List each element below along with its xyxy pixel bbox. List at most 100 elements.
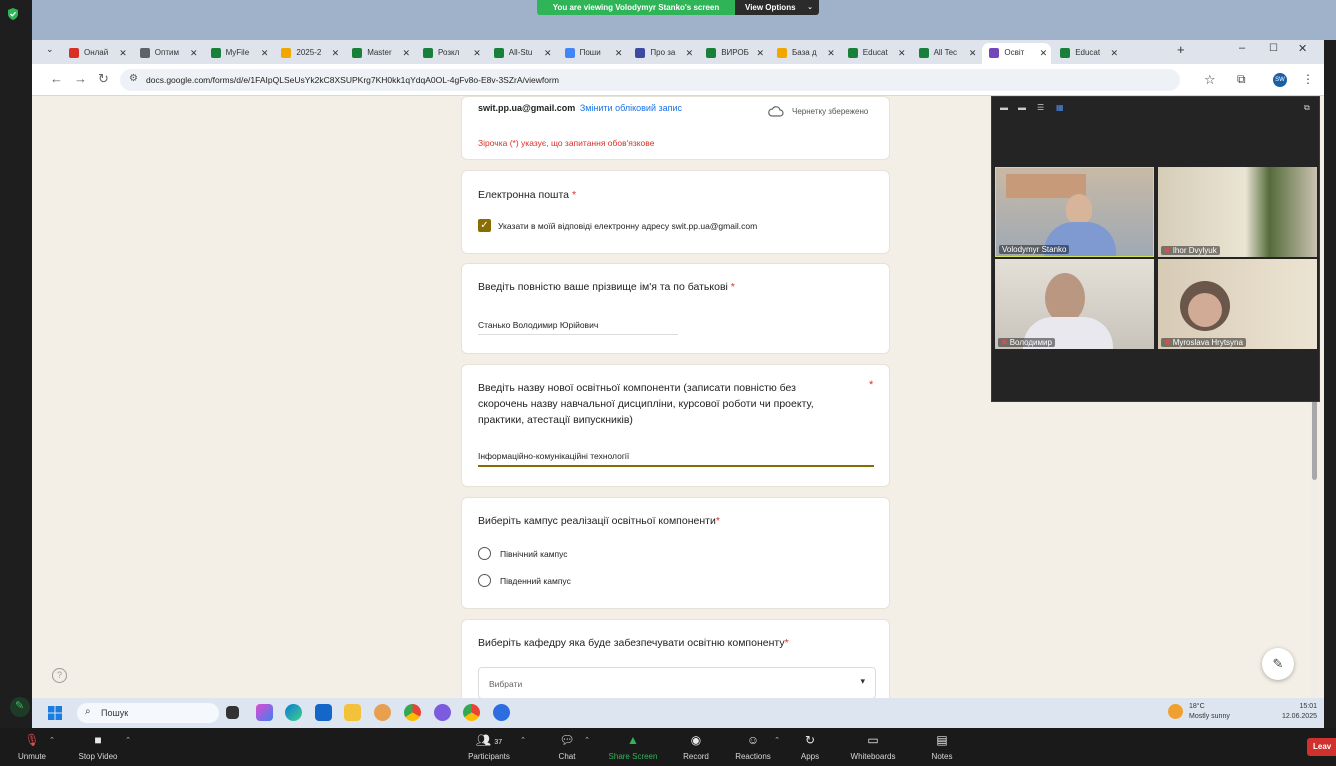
edge-icon[interactable] <box>285 704 302 721</box>
tab-close-icon[interactable]: ✕ <box>332 43 340 63</box>
gallery-exit-icon[interactable]: ⧉ <box>1304 103 1310 113</box>
weather-temperature[interactable]: 18°C <box>1189 703 1205 710</box>
browser-tab[interactable]: Educat ✕ <box>841 43 910 64</box>
browser-tab[interactable]: MyFile ✕ <box>204 43 273 64</box>
browser-tab[interactable]: Про за ✕ <box>628 43 697 64</box>
file-explorer-icon[interactable] <box>344 704 361 721</box>
browser-tab[interactable]: База д ✕ <box>770 43 839 64</box>
close-window-icon[interactable]: ✕ <box>1298 42 1307 55</box>
pencil-icon[interactable]: ✎ <box>1262 648 1294 680</box>
component-input[interactable]: Інформаційно-комунікаційні технології <box>478 451 629 461</box>
leave-button[interactable]: Leav <box>1307 738 1336 756</box>
profile-avatar[interactable]: SW <box>1273 73 1287 87</box>
browser-tab[interactable]: ВИРОБ ✕ <box>699 43 768 64</box>
forward-icon[interactable]: → <box>74 71 87 86</box>
browser-tab[interactable]: All Tec ✕ <box>912 43 981 64</box>
scrollbar-thumb[interactable] <box>1312 400 1317 480</box>
annotate-pen-icon[interactable]: ✎ <box>10 697 30 717</box>
tab-close-icon[interactable]: ✕ <box>261 43 269 63</box>
participant-tile-2[interactable]: ✖ Ihor Dvylyuk <box>1158 167 1317 257</box>
windows-start-icon[interactable] <box>48 706 62 720</box>
email-checkbox-label[interactable]: Указати в моїй відповіді електронну адре… <box>498 221 757 231</box>
tab-close-icon[interactable]: ✕ <box>119 43 127 63</box>
clock-date[interactable]: 12.06.2025 <box>1267 713 1317 720</box>
tab-close-icon[interactable]: ✕ <box>402 43 410 63</box>
campus-radio-south[interactable] <box>478 574 491 587</box>
tab-close-icon[interactable]: ✕ <box>1110 43 1118 63</box>
browser-tab[interactable]: Master ✕ <box>345 43 414 64</box>
unmute-button[interactable]: 🎙︎ Unmute ⌃ <box>0 732 67 761</box>
participant-tile-3[interactable]: ✖ Володимир <box>995 259 1154 349</box>
tab-search-icon[interactable]: ⌄ <box>46 44 54 55</box>
notes-button[interactable]: ▤ Notes <box>907 732 977 761</box>
browser-tab[interactable]: Поши ✕ <box>558 43 627 64</box>
zoom-right-strip <box>1324 40 1336 730</box>
tab-close-icon[interactable]: ✕ <box>969 43 977 63</box>
viber-icon[interactable] <box>434 704 451 721</box>
gallery-view-1-icon[interactable]: ▬ <box>1000 103 1008 112</box>
copilot-icon[interactable] <box>256 704 273 721</box>
chat-button[interactable]: 💬︎ Chat ⌃ <box>532 732 602 761</box>
participant-tile-4[interactable]: ✖ Myroslava Hrytsyna <box>1158 259 1317 349</box>
tab-close-icon[interactable]: ✕ <box>827 43 835 63</box>
chrome-icon[interactable] <box>404 704 421 721</box>
browser-tab[interactable]: 2025-2 ✕ <box>274 43 343 64</box>
gallery-grid-icon[interactable]: ▦ <box>1056 103 1064 112</box>
task-view-icon[interactable] <box>226 706 239 719</box>
site-settings-icon[interactable]: ⚙ <box>129 73 138 84</box>
stop-video-button[interactable]: ■ Stop Video ⌃ <box>63 732 133 761</box>
browser-tab[interactable]: All-Stu ✕ <box>487 43 556 64</box>
tab-close-icon[interactable]: ✕ <box>898 43 906 63</box>
email-checkbox[interactable]: ✓ <box>478 219 491 232</box>
chrome-profile-icon[interactable] <box>463 704 480 721</box>
weather-description[interactable]: Mostly sunny <box>1189 713 1230 720</box>
browser-tab[interactable]: Розкл ✕ <box>416 43 485 64</box>
tab-close-icon[interactable]: ✕ <box>544 43 552 63</box>
switch-account-link[interactable]: Змінити обліковий запис <box>580 103 682 113</box>
tab-close-icon[interactable]: ✕ <box>686 43 694 63</box>
gallery-view-3-icon[interactable]: ☰ <box>1037 103 1044 112</box>
maximize-icon[interactable]: ☐ <box>1269 43 1278 54</box>
browser-tab[interactable]: Онлай ✕ <box>62 43 131 64</box>
view-options-button[interactable]: View Options ⌄ <box>735 0 819 15</box>
tab-close-icon[interactable]: ✕ <box>190 43 198 63</box>
clock-time[interactable]: 15:01 <box>1287 703 1317 710</box>
share-screen-button[interactable]: ▲ Share Screen <box>598 732 668 761</box>
extensions-icon[interactable]: ⧉ <box>1237 72 1246 87</box>
bookmark-star-icon[interactable]: ☆ <box>1204 72 1216 88</box>
taskbar-search[interactable]: ⌕ Пошук <box>77 703 219 723</box>
back-icon[interactable]: ← <box>50 71 63 86</box>
campus-option-south[interactable]: Південний кампус <box>500 576 571 586</box>
weather-sun-icon[interactable] <box>1168 704 1183 719</box>
caret-up-icon[interactable]: ⌃ <box>49 736 55 744</box>
caret-up-icon[interactable]: ⌃ <box>125 736 131 744</box>
campus-radio-north[interactable] <box>478 547 491 560</box>
paint-icon[interactable] <box>374 704 391 721</box>
participant-tile-1[interactable]: Volodymyr Stanko <box>995 167 1154 257</box>
gallery-view-2-icon[interactable]: ▬ <box>1018 103 1026 112</box>
browser-tab[interactable]: Educat ✕ <box>1053 43 1122 64</box>
help-icon[interactable]: ? <box>52 668 67 683</box>
participants-button[interactable]: 👥︎ 37 Participants ⌃ <box>454 732 526 761</box>
caret-up-icon[interactable]: ⌃ <box>520 736 526 744</box>
browser-tab[interactable]: Освіт ✕ <box>982 43 1052 64</box>
zoom-app-icon[interactable] <box>493 704 510 721</box>
browser-tab[interactable]: Оптим ✕ <box>133 43 202 64</box>
url-text[interactable]: docs.google.com/forms/d/e/1FAIpQLSeUsYk2… <box>146 75 559 85</box>
reload-icon[interactable]: ↻ <box>98 71 109 87</box>
todo-icon[interactable] <box>315 704 332 721</box>
tab-close-icon[interactable]: ✕ <box>1040 43 1048 63</box>
tab-close-icon[interactable]: ✕ <box>756 43 764 63</box>
apps-button[interactable]: ↻ Apps <box>775 732 845 761</box>
tab-close-icon[interactable]: ✕ <box>473 43 481 63</box>
name-input[interactable]: Станько Володимир Юрійович <box>478 320 598 330</box>
more-menu-icon[interactable]: ⋮ <box>1302 72 1314 86</box>
new-tab-icon[interactable]: + <box>1177 42 1185 57</box>
campus-option-north[interactable]: Північний кампус <box>500 549 568 559</box>
tab-close-icon[interactable]: ✕ <box>615 43 623 63</box>
whiteboards-button[interactable]: ▭ Whiteboards <box>838 732 908 761</box>
caret-up-icon[interactable]: ⌃ <box>584 736 590 744</box>
minimize-icon[interactable]: – <box>1239 42 1245 54</box>
campus-question-title: Виберіть кампус реалізації освітньої ком… <box>478 513 720 529</box>
department-select[interactable]: Вибрати ▾ <box>478 667 876 698</box>
